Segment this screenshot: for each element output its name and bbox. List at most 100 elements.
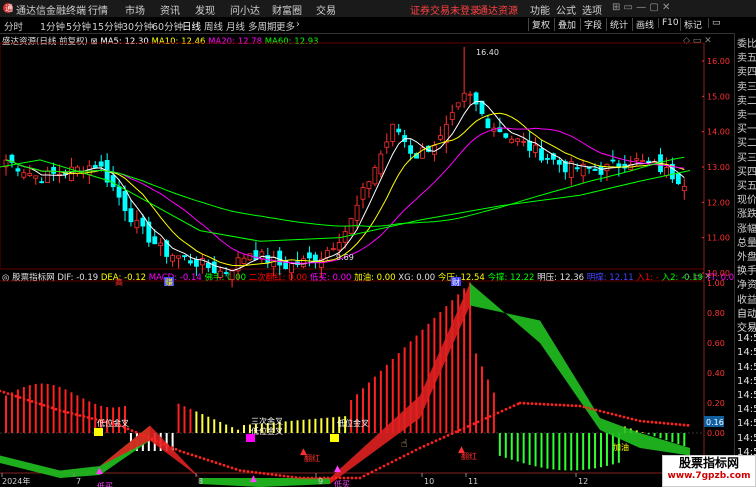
toolbar-stats[interactable]: 统计 xyxy=(606,18,628,31)
menu-item-trade[interactable]: 交易 xyxy=(316,2,336,17)
candle-body xyxy=(509,138,515,143)
menu-item-wealth[interactable]: 财富圈 xyxy=(272,2,302,17)
candle-body xyxy=(170,255,176,262)
signal-dot xyxy=(574,404,578,408)
signal-dot xyxy=(262,472,266,475)
signal-dot xyxy=(214,461,218,465)
annot-third-gold-cross: 三次金叉 xyxy=(251,416,283,426)
toolbar-f10[interactable]: F10 xyxy=(658,18,679,28)
signal-dot xyxy=(678,423,682,426)
signal-dot xyxy=(594,408,598,412)
candle-body xyxy=(634,158,640,161)
menu-item-quotes[interactable]: 行情 xyxy=(88,2,108,17)
watermark-title: 股票指标网 xyxy=(678,456,739,470)
toolbar-draw[interactable]: 画线 xyxy=(632,18,654,31)
toolbar-mark[interactable]: 标记 xyxy=(680,18,702,31)
period-more-chevron-icon[interactable]: › xyxy=(296,19,300,30)
quote-panel: 委比 卖五 卖四 卖三 卖二 卖一 买一 买二 买三 买四 买五 现价 涨跌 涨幅 总量 外盘 换手 净资 收益 自动… xyxy=(734,33,756,487)
period-multi[interactable]: 多周期 xyxy=(248,19,277,33)
quote-label-15: 外盘 xyxy=(737,252,756,263)
period-1min[interactable]: 1分钟 xyxy=(40,19,65,33)
signal-dot xyxy=(542,402,546,406)
account-label[interactable]: 通达资源 xyxy=(478,2,518,17)
signal-dot xyxy=(658,421,662,425)
signal-dot xyxy=(286,475,290,478)
candle-body xyxy=(354,204,360,221)
candle-body xyxy=(336,242,342,251)
sub-tick-2: 0.60 xyxy=(707,339,725,348)
toolbar-window-icon[interactable]: ▭ xyxy=(708,18,721,28)
signal-box-yellow-2 xyxy=(330,434,339,442)
quote-label-24: 14:50 xyxy=(737,375,756,387)
menu-bar: 通 通达信金融终端 行情 市场 资讯 发现 问小达 财富圈 交易 证券交易未登录… xyxy=(0,0,756,18)
quote-label-4: 卖二 xyxy=(737,95,756,107)
signal-dot xyxy=(78,414,82,417)
signal-dot xyxy=(158,441,162,444)
signal-dot xyxy=(62,410,66,413)
signal-dot xyxy=(566,404,570,407)
quote-label-17: 净资 xyxy=(737,280,756,292)
candle-body xyxy=(205,262,211,269)
signal-dot xyxy=(418,446,422,450)
period-weekly[interactable]: 周线 xyxy=(204,19,223,33)
watermark-url: www.7gpzb.com xyxy=(667,471,751,481)
candle-body xyxy=(467,93,473,96)
candle-body xyxy=(51,167,56,174)
green-band-3 xyxy=(470,283,690,456)
menu-item-formula[interactable]: 公式 xyxy=(556,2,576,17)
signal-dot xyxy=(362,474,366,478)
candle-body xyxy=(640,160,646,162)
menu-item-function[interactable]: 功能 xyxy=(530,2,550,17)
quote-label-19: 自动 xyxy=(737,308,756,320)
app-title: 通达信金融终端 xyxy=(16,6,86,17)
signal-dot xyxy=(278,474,282,477)
signal-dot xyxy=(18,396,22,399)
signal-dot xyxy=(450,432,454,435)
toolbar-overlay[interactable]: 叠加 xyxy=(554,18,576,31)
period-monthly[interactable]: 月线 xyxy=(226,19,245,33)
signal-dot xyxy=(488,415,492,418)
signal-dot xyxy=(398,456,402,460)
signal-dot xyxy=(570,404,574,407)
period-60min[interactable]: 60分钟 xyxy=(152,19,183,33)
annot-low-gold-cross-3: 低位金叉 xyxy=(337,418,369,428)
signal-dot xyxy=(386,462,390,466)
signal-dot xyxy=(446,434,450,437)
quote-label-28: 14:50 xyxy=(737,432,756,444)
candle-body xyxy=(241,257,247,264)
sub-tick-3: 0.40 xyxy=(707,369,725,378)
signal-dot xyxy=(642,419,646,423)
toolbar-fields[interactable]: 字段 xyxy=(580,18,602,31)
time-tick-4: 10 xyxy=(424,477,434,486)
candle-body xyxy=(176,255,181,259)
signal-dot xyxy=(314,476,318,480)
candle-body xyxy=(21,172,27,178)
window-controls-icon[interactable]: ⊞ ▭ — ▢ ✕ xyxy=(612,2,670,13)
candle-body xyxy=(182,255,187,258)
signal-dot xyxy=(468,424,472,427)
menu-item-news[interactable]: 资讯 xyxy=(160,2,180,17)
signal-dot xyxy=(334,476,338,480)
menu-item-wenxiaoda[interactable]: 问小达 xyxy=(230,2,260,17)
signal-dot xyxy=(522,401,526,405)
chart-area[interactable]: ▲▲▲▲ ▲ 16.0015.0014.0013.0012.0011.0010.0… xyxy=(0,33,734,487)
period-more[interactable]: 更多 xyxy=(276,19,295,33)
signal-dot xyxy=(374,468,378,472)
login-notice[interactable]: 证券交易未登录 xyxy=(410,2,480,17)
period-5min[interactable]: 5分钟 xyxy=(66,19,91,33)
period-30min[interactable]: 30分钟 xyxy=(122,19,153,33)
candle-body xyxy=(223,272,229,274)
menu-item-market[interactable]: 市场 xyxy=(125,2,145,17)
candle-body xyxy=(390,123,396,142)
period-daily[interactable]: 日线 xyxy=(182,19,201,33)
candle-body xyxy=(27,173,33,176)
signal-dot xyxy=(610,412,614,416)
signal-dot xyxy=(358,476,362,480)
signal-dot xyxy=(266,472,270,476)
signal-dot xyxy=(626,416,630,420)
menu-item-options[interactable]: 选项 xyxy=(582,2,602,17)
toolbar-fuquan[interactable]: 复权 xyxy=(528,18,550,31)
period-timeshare[interactable]: 分时 xyxy=(4,19,23,33)
period-15min[interactable]: 15分钟 xyxy=(92,19,123,33)
menu-item-discover[interactable]: 发现 xyxy=(195,2,215,17)
